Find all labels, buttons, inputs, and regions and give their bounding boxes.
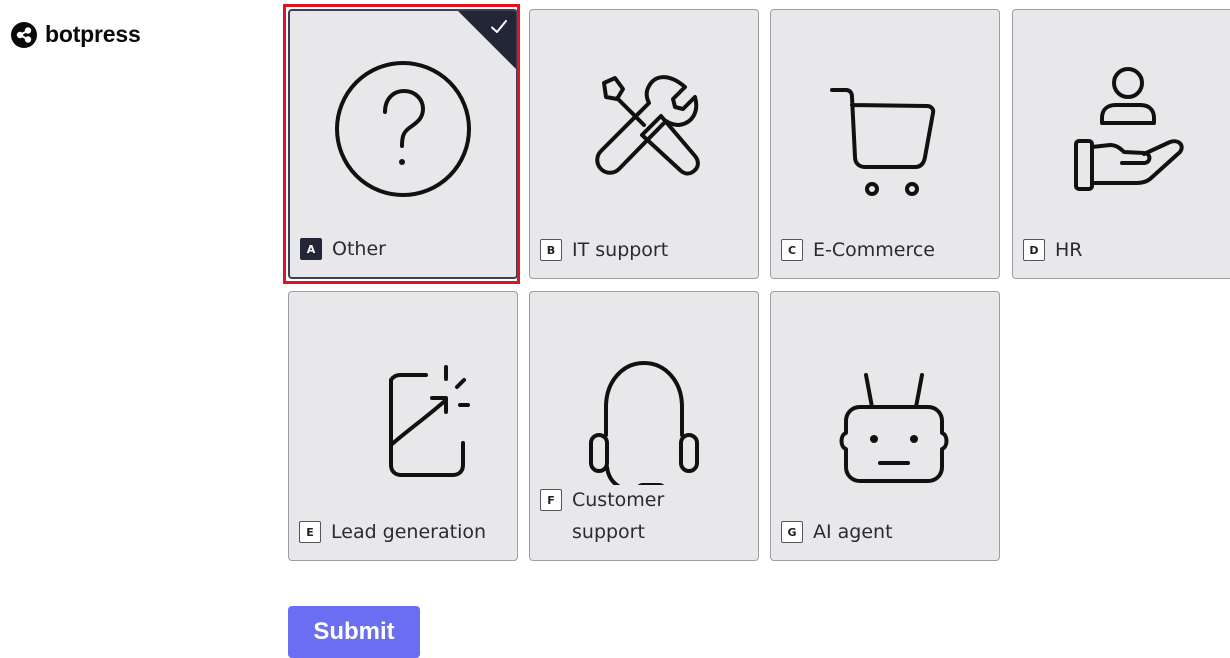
option-label-row: D HR xyxy=(1023,237,1230,266)
option-label: Other xyxy=(332,238,386,260)
option-key-badge: B xyxy=(540,239,562,261)
option-label-row: F Customer support xyxy=(540,487,750,548)
option-label-row: C E-Commerce xyxy=(781,237,991,266)
option-label: HR xyxy=(1055,239,1083,261)
robot-icon xyxy=(810,335,960,485)
option-label: IT support xyxy=(572,239,669,261)
option-label: E-Commerce xyxy=(813,239,935,261)
option-label-row: B IT support xyxy=(540,237,750,266)
checkmark-icon xyxy=(491,20,507,33)
botpress-logo: botpress xyxy=(11,21,141,48)
brand-name: botpress xyxy=(45,21,141,47)
submit-button[interactable]: Submit xyxy=(288,606,420,658)
option-card-lead-generation[interactable]: E Lead generation xyxy=(288,291,518,561)
option-card-customer-support[interactable]: F Customer support xyxy=(529,291,759,561)
option-key-badge: G xyxy=(781,521,803,543)
option-card-hr[interactable]: D HR xyxy=(1012,9,1230,279)
option-key-badge: F xyxy=(540,489,562,511)
question-circle-icon xyxy=(328,54,478,204)
option-card-it-support[interactable]: B IT support xyxy=(529,9,759,279)
shopping-cart-icon xyxy=(810,53,960,203)
option-label-row: G AI agent xyxy=(781,519,991,548)
hand-person-icon xyxy=(1052,53,1202,203)
option-label-row: A Other xyxy=(300,236,508,265)
option-card-other[interactable]: A Other xyxy=(288,9,518,279)
option-label-row: E Lead generation xyxy=(299,519,509,548)
option-card-ai-agent[interactable]: G AI agent xyxy=(770,291,1000,561)
option-label: Lead generation xyxy=(331,521,487,543)
option-key-badge: D xyxy=(1023,239,1045,261)
tools-icon xyxy=(569,53,719,203)
option-card-e-commerce[interactable]: C E-Commerce xyxy=(770,9,1000,279)
option-label: AI agent xyxy=(813,521,893,543)
option-key-badge: A xyxy=(300,238,322,260)
option-label: Customer support xyxy=(572,489,665,543)
option-key-badge: C xyxy=(781,239,803,261)
headset-icon xyxy=(569,335,719,485)
option-key-badge: E xyxy=(299,521,321,543)
botpress-logo-icon xyxy=(11,21,37,48)
lead-arrow-icon xyxy=(328,335,478,485)
